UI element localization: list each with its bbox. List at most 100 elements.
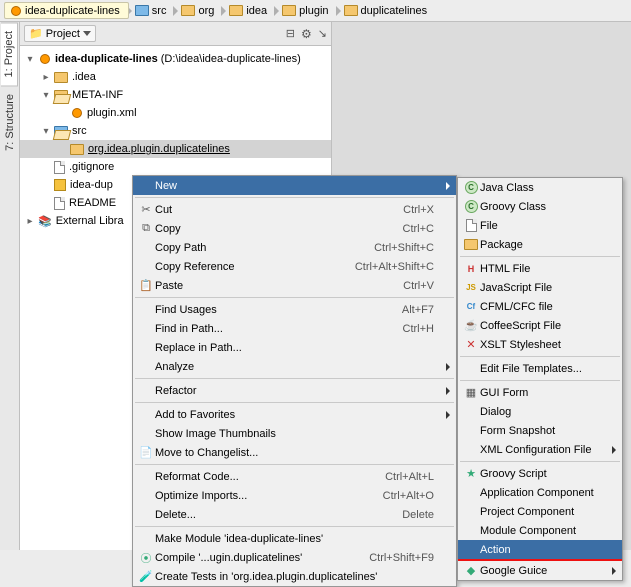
- menu-app-component[interactable]: Application Component: [458, 483, 622, 502]
- rail-tab-structure[interactable]: 7: Structure: [2, 86, 18, 159]
- tree-node-metainf[interactable]: ▾META-INF: [20, 86, 331, 104]
- menu-create-tests[interactable]: 🧪Create Tests in 'org.idea.plugin.duplic…: [133, 567, 456, 586]
- menu-html-file[interactable]: HHTML File: [458, 259, 622, 278]
- menu-paste[interactable]: 📋PasteCtrl+V: [133, 276, 456, 295]
- menu-delete[interactable]: Delete...Delete: [133, 505, 456, 524]
- folder-icon: [282, 5, 296, 16]
- breadcrumb: idea-duplicate-lines src org idea plugin…: [0, 0, 631, 22]
- menu-proj-component[interactable]: Project Component: [458, 502, 622, 521]
- copy-icon: ⧉: [137, 221, 155, 237]
- menu-cfml-file[interactable]: CfCFML/CFC file: [458, 297, 622, 316]
- guice-icon: ◆: [462, 563, 480, 579]
- menu-edit-templates[interactable]: Edit File Templates...: [458, 359, 622, 378]
- module-icon: [54, 179, 66, 191]
- library-icon: 📚: [38, 215, 52, 228]
- rail-tab-project[interactable]: 1: Project: [1, 22, 18, 86]
- submenu-arrow-icon: [446, 363, 450, 371]
- menu-groovy-script[interactable]: ★Groovy Script: [458, 464, 622, 483]
- collapse-all-icon[interactable]: ⊟: [286, 27, 295, 41]
- breadcrumb-item[interactable]: duplicatelines: [339, 3, 437, 19]
- menu-find-in-path[interactable]: Find in Path...Ctrl+H: [133, 319, 456, 338]
- folder-icon: [54, 126, 68, 137]
- menu-find-usages[interactable]: Find UsagesAlt+F7: [133, 300, 456, 319]
- package-icon: [464, 239, 478, 250]
- submenu-arrow-icon: [446, 411, 450, 419]
- menu-reformat[interactable]: Reformat Code...Ctrl+Alt+L: [133, 467, 456, 486]
- submenu-arrow-icon: [446, 387, 450, 395]
- breadcrumb-item[interactable]: src: [130, 3, 176, 19]
- cfml-icon: Cf: [462, 299, 480, 315]
- groovy-icon: ★: [462, 466, 480, 482]
- new-submenu: CJava Class CGroovy Class File Package H…: [457, 177, 623, 581]
- view-selector[interactable]: 📁 Project: [24, 25, 96, 42]
- menu-cut[interactable]: ✂CutCtrl+X: [133, 200, 456, 219]
- compile-icon: ⦿: [137, 550, 155, 566]
- tree-node-src[interactable]: ▾src: [20, 122, 331, 140]
- menu-changelist[interactable]: 📄Move to Changelist...: [133, 443, 456, 462]
- package-icon: [70, 144, 84, 155]
- left-tool-rail: 1: Project 7: Structure: [0, 22, 20, 550]
- paste-icon: 📋: [137, 278, 155, 294]
- cut-icon: ✂: [137, 202, 155, 218]
- class-icon: C: [465, 181, 478, 194]
- hide-icon[interactable]: ↘: [318, 27, 327, 41]
- menu-java-class[interactable]: CJava Class: [458, 178, 622, 197]
- menu-copy[interactable]: ⧉CopyCtrl+C: [133, 219, 456, 238]
- menu-replace-in-path[interactable]: Replace in Path...: [133, 338, 456, 357]
- tree-node-pluginxml[interactable]: plugin.xml: [20, 104, 331, 122]
- plugin-icon: [38, 53, 51, 66]
- menu-refactor[interactable]: Refactor: [133, 381, 456, 400]
- menu-package[interactable]: Package: [458, 235, 622, 254]
- menu-optimize[interactable]: Optimize Imports...Ctrl+Alt+O: [133, 486, 456, 505]
- menu-file[interactable]: File: [458, 216, 622, 235]
- plugin-icon: [9, 4, 22, 17]
- menu-groovy-class[interactable]: CGroovy Class: [458, 197, 622, 216]
- menu-favorites[interactable]: Add to Favorites: [133, 405, 456, 424]
- html-icon: H: [462, 261, 480, 277]
- menu-guice[interactable]: ◆Google Guice: [458, 561, 622, 580]
- breadcrumb-item[interactable]: org: [176, 3, 223, 19]
- menu-make-module[interactable]: Make Module 'idea-duplicate-lines': [133, 529, 456, 548]
- menu-mod-component[interactable]: Module Component: [458, 521, 622, 540]
- breadcrumb-item[interactable]: idea: [224, 3, 276, 19]
- view-label: Project: [46, 28, 80, 40]
- file-icon: [54, 161, 65, 174]
- pane-header: 📁 Project ⊟ ⚙ ↘: [20, 22, 331, 46]
- menu-xslt-file[interactable]: ✕XSLT Stylesheet: [458, 335, 622, 354]
- breadcrumb-item[interactable]: plugin: [277, 3, 337, 19]
- gear-icon[interactable]: ⚙: [301, 27, 312, 41]
- changelist-icon: 📄: [137, 445, 155, 461]
- tree-node-package[interactable]: org.idea.plugin.duplicatelines: [20, 140, 331, 158]
- form-icon: ▦: [462, 385, 480, 401]
- folder-icon: [54, 72, 68, 83]
- menu-gui-form[interactable]: ▦GUI Form: [458, 383, 622, 402]
- project-icon: 📁: [29, 27, 43, 40]
- menu-copy-path[interactable]: Copy PathCtrl+Shift+C: [133, 238, 456, 257]
- menu-copy-ref[interactable]: Copy ReferenceCtrl+Alt+Shift+C: [133, 257, 456, 276]
- breadcrumb-item-root[interactable]: idea-duplicate-lines: [4, 2, 129, 19]
- coffee-icon: ☕: [462, 318, 480, 334]
- class-icon: C: [465, 200, 478, 213]
- chevron-down-icon: [83, 31, 91, 36]
- tree-node-gitignore[interactable]: .gitignore: [20, 158, 331, 176]
- file-icon: [54, 197, 65, 210]
- menu-coffee-file[interactable]: ☕CoffeeScript File: [458, 316, 622, 335]
- menu-xml-config[interactable]: XML Configuration File: [458, 440, 622, 459]
- tree-node-idea[interactable]: ▸.idea: [20, 68, 331, 86]
- menu-compile[interactable]: ⦿Compile '...ugin.duplicatelines'Ctrl+Sh…: [133, 548, 456, 567]
- js-icon: JS: [462, 280, 480, 296]
- folder-icon: [344, 5, 358, 16]
- menu-form-snapshot[interactable]: Form Snapshot: [458, 421, 622, 440]
- menu-new[interactable]: New: [133, 176, 456, 195]
- menu-thumbnails[interactable]: Show Image Thumbnails: [133, 424, 456, 443]
- submenu-arrow-icon: [612, 567, 616, 575]
- folder-icon: [54, 90, 68, 101]
- tree-root[interactable]: ▾idea-duplicate-lines (D:\idea\idea-dupl…: [20, 50, 331, 68]
- file-icon: [466, 219, 477, 232]
- submenu-arrow-icon: [612, 446, 616, 454]
- menu-js-file[interactable]: JSJavaScript File: [458, 278, 622, 297]
- submenu-arrow-icon: [446, 182, 450, 190]
- menu-analyze[interactable]: Analyze: [133, 357, 456, 376]
- menu-dialog[interactable]: Dialog: [458, 402, 622, 421]
- plugin-icon: [70, 107, 83, 120]
